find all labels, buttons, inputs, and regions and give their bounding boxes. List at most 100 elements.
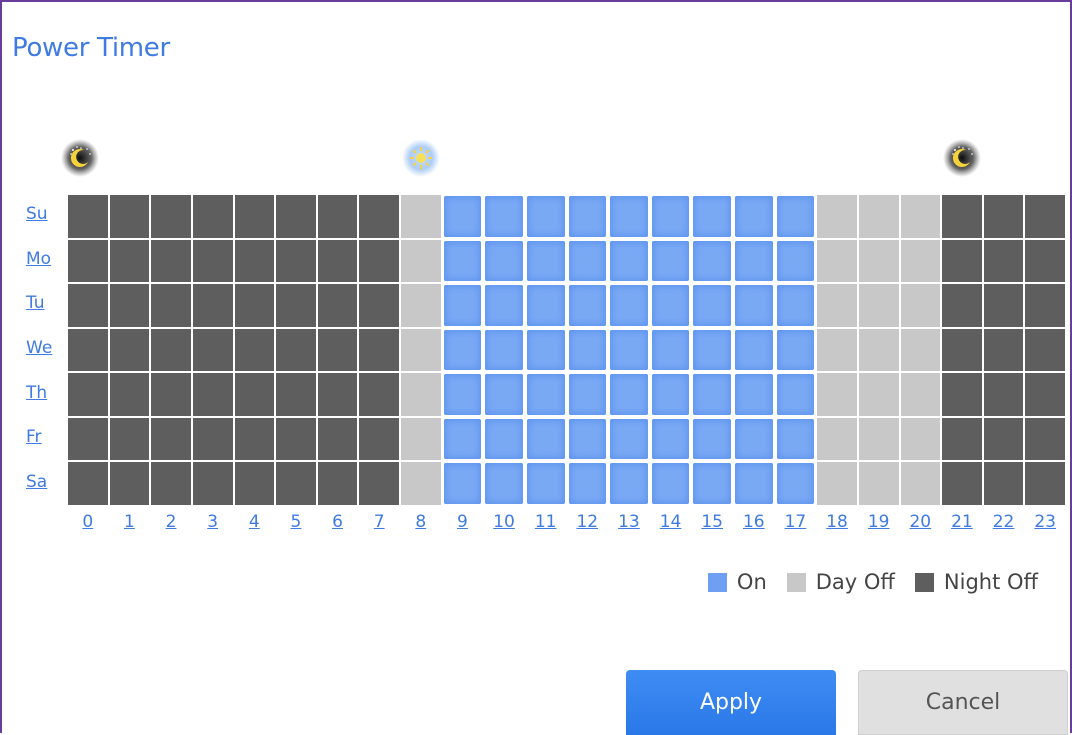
schedule-cell-tu-16[interactable] xyxy=(735,285,773,326)
schedule-cell-fr-2[interactable] xyxy=(151,417,191,461)
schedule-cell-we-21[interactable] xyxy=(942,328,982,372)
hour-label-19[interactable]: 19 xyxy=(864,512,894,532)
hour-label-14[interactable]: 14 xyxy=(656,512,686,532)
schedule-cell-mo-19[interactable] xyxy=(858,239,899,283)
schedule-cell-su-3[interactable] xyxy=(192,195,233,238)
hour-label-7[interactable]: 7 xyxy=(364,512,394,532)
schedule-cell-tu-17[interactable] xyxy=(776,285,815,326)
schedule-cell-fr-14[interactable] xyxy=(651,418,690,460)
schedule-cell-fr-6[interactable] xyxy=(317,417,358,461)
schedule-cell-mo-22[interactable] xyxy=(983,239,1024,283)
hour-label-20[interactable]: 20 xyxy=(905,512,935,532)
schedule-cell-we-1[interactable] xyxy=(109,328,150,372)
schedule-cell-we-14[interactable] xyxy=(651,329,690,371)
hour-label-21[interactable]: 21 xyxy=(947,512,977,532)
schedule-cell-tu-12[interactable] xyxy=(568,285,607,326)
schedule-cell-su-8[interactable] xyxy=(401,195,441,238)
schedule-cell-th-19[interactable] xyxy=(858,373,899,416)
hour-label-22[interactable]: 22 xyxy=(989,512,1019,532)
schedule-cell-we-10[interactable] xyxy=(485,329,523,371)
schedule-cell-mo-10[interactable] xyxy=(485,240,523,282)
schedule-cell-we-4[interactable] xyxy=(234,328,275,372)
schedule-cell-we-7[interactable] xyxy=(359,328,399,372)
schedule-cell-we-9[interactable] xyxy=(443,329,482,371)
schedule-cell-fr-5[interactable] xyxy=(276,417,316,461)
day-label-mo[interactable]: Mo xyxy=(10,249,66,269)
schedule-cell-we-22[interactable] xyxy=(983,328,1024,372)
schedule-cell-sa-15[interactable] xyxy=(693,463,731,504)
day-label-we[interactable]: We xyxy=(10,338,66,358)
schedule-cell-tu-11[interactable] xyxy=(526,285,565,326)
schedule-cell-su-4[interactable] xyxy=(234,195,275,238)
hour-label-23[interactable]: 23 xyxy=(1030,512,1060,532)
schedule-cell-su-20[interactable] xyxy=(900,195,941,238)
schedule-cell-mo-16[interactable] xyxy=(735,240,773,282)
schedule-cell-su-11[interactable] xyxy=(526,196,565,237)
schedule-cell-su-5[interactable] xyxy=(276,195,316,238)
schedule-cell-su-15[interactable] xyxy=(693,196,731,237)
schedule-cell-fr-21[interactable] xyxy=(942,417,982,461)
schedule-cell-su-22[interactable] xyxy=(983,195,1024,238)
schedule-cell-fr-19[interactable] xyxy=(858,417,899,461)
schedule-cell-su-21[interactable] xyxy=(942,195,982,238)
schedule-cell-fr-15[interactable] xyxy=(693,418,731,460)
schedule-cell-th-7[interactable] xyxy=(359,373,399,416)
schedule-cell-mo-18[interactable] xyxy=(817,239,857,283)
day-label-tu[interactable]: Tu xyxy=(10,293,66,313)
schedule-cell-su-16[interactable] xyxy=(735,196,773,237)
schedule-cell-tu-18[interactable] xyxy=(817,284,857,327)
schedule-cell-sa-1[interactable] xyxy=(109,462,150,505)
schedule-cell-mo-5[interactable] xyxy=(276,239,316,283)
schedule-cell-th-15[interactable] xyxy=(693,374,731,415)
schedule-cell-mo-0[interactable] xyxy=(68,239,108,283)
schedule-cell-su-13[interactable] xyxy=(610,196,648,237)
hour-label-13[interactable]: 13 xyxy=(614,512,644,532)
hour-label-15[interactable]: 15 xyxy=(697,512,727,532)
day-label-th[interactable]: Th xyxy=(10,383,66,403)
schedule-cell-mo-8[interactable] xyxy=(401,239,441,283)
schedule-cell-sa-11[interactable] xyxy=(526,463,565,504)
hour-label-0[interactable]: 0 xyxy=(73,512,103,532)
hour-label-5[interactable]: 5 xyxy=(281,512,311,532)
schedule-cell-fr-3[interactable] xyxy=(192,417,233,461)
schedule-cell-mo-17[interactable] xyxy=(776,240,815,282)
hour-label-3[interactable]: 3 xyxy=(198,512,228,532)
schedule-cell-we-15[interactable] xyxy=(693,329,731,371)
schedule-cell-mo-3[interactable] xyxy=(192,239,233,283)
schedule-cell-mo-2[interactable] xyxy=(151,239,191,283)
hour-label-4[interactable]: 4 xyxy=(239,512,269,532)
schedule-cell-th-22[interactable] xyxy=(983,373,1024,416)
schedule-cell-th-4[interactable] xyxy=(234,373,275,416)
schedule-cell-th-16[interactable] xyxy=(735,374,773,415)
schedule-cell-sa-13[interactable] xyxy=(610,463,648,504)
hour-label-1[interactable]: 1 xyxy=(114,512,144,532)
schedule-cell-we-19[interactable] xyxy=(858,328,899,372)
schedule-cell-th-17[interactable] xyxy=(776,374,815,415)
schedule-cell-fr-13[interactable] xyxy=(610,418,648,460)
schedule-cell-tu-20[interactable] xyxy=(900,284,941,327)
day-label-fr[interactable]: Fr xyxy=(10,427,66,447)
hour-label-16[interactable]: 16 xyxy=(739,512,769,532)
schedule-cell-we-23[interactable] xyxy=(1025,328,1065,372)
schedule-cell-fr-11[interactable] xyxy=(526,418,565,460)
schedule-cell-th-8[interactable] xyxy=(401,373,441,416)
schedule-cell-tu-4[interactable] xyxy=(234,284,275,327)
schedule-cell-tu-6[interactable] xyxy=(317,284,358,327)
schedule-cell-sa-17[interactable] xyxy=(776,463,815,504)
schedule-cell-th-23[interactable] xyxy=(1025,373,1065,416)
schedule-cell-we-8[interactable] xyxy=(401,328,441,372)
schedule-cell-we-2[interactable] xyxy=(151,328,191,372)
schedule-cell-sa-19[interactable] xyxy=(858,462,899,505)
schedule-cell-we-5[interactable] xyxy=(276,328,316,372)
schedule-cell-su-23[interactable] xyxy=(1025,195,1065,238)
schedule-cell-th-6[interactable] xyxy=(317,373,358,416)
schedule-cell-sa-12[interactable] xyxy=(568,463,607,504)
schedule-cell-we-6[interactable] xyxy=(317,328,358,372)
schedule-cell-we-13[interactable] xyxy=(610,329,648,371)
schedule-cell-mo-20[interactable] xyxy=(900,239,941,283)
schedule-cell-we-12[interactable] xyxy=(568,329,607,371)
day-label-su[interactable]: Su xyxy=(10,204,66,224)
hour-label-8[interactable]: 8 xyxy=(406,512,436,532)
schedule-cell-tu-0[interactable] xyxy=(68,284,108,327)
schedule-cell-sa-21[interactable] xyxy=(942,462,982,505)
